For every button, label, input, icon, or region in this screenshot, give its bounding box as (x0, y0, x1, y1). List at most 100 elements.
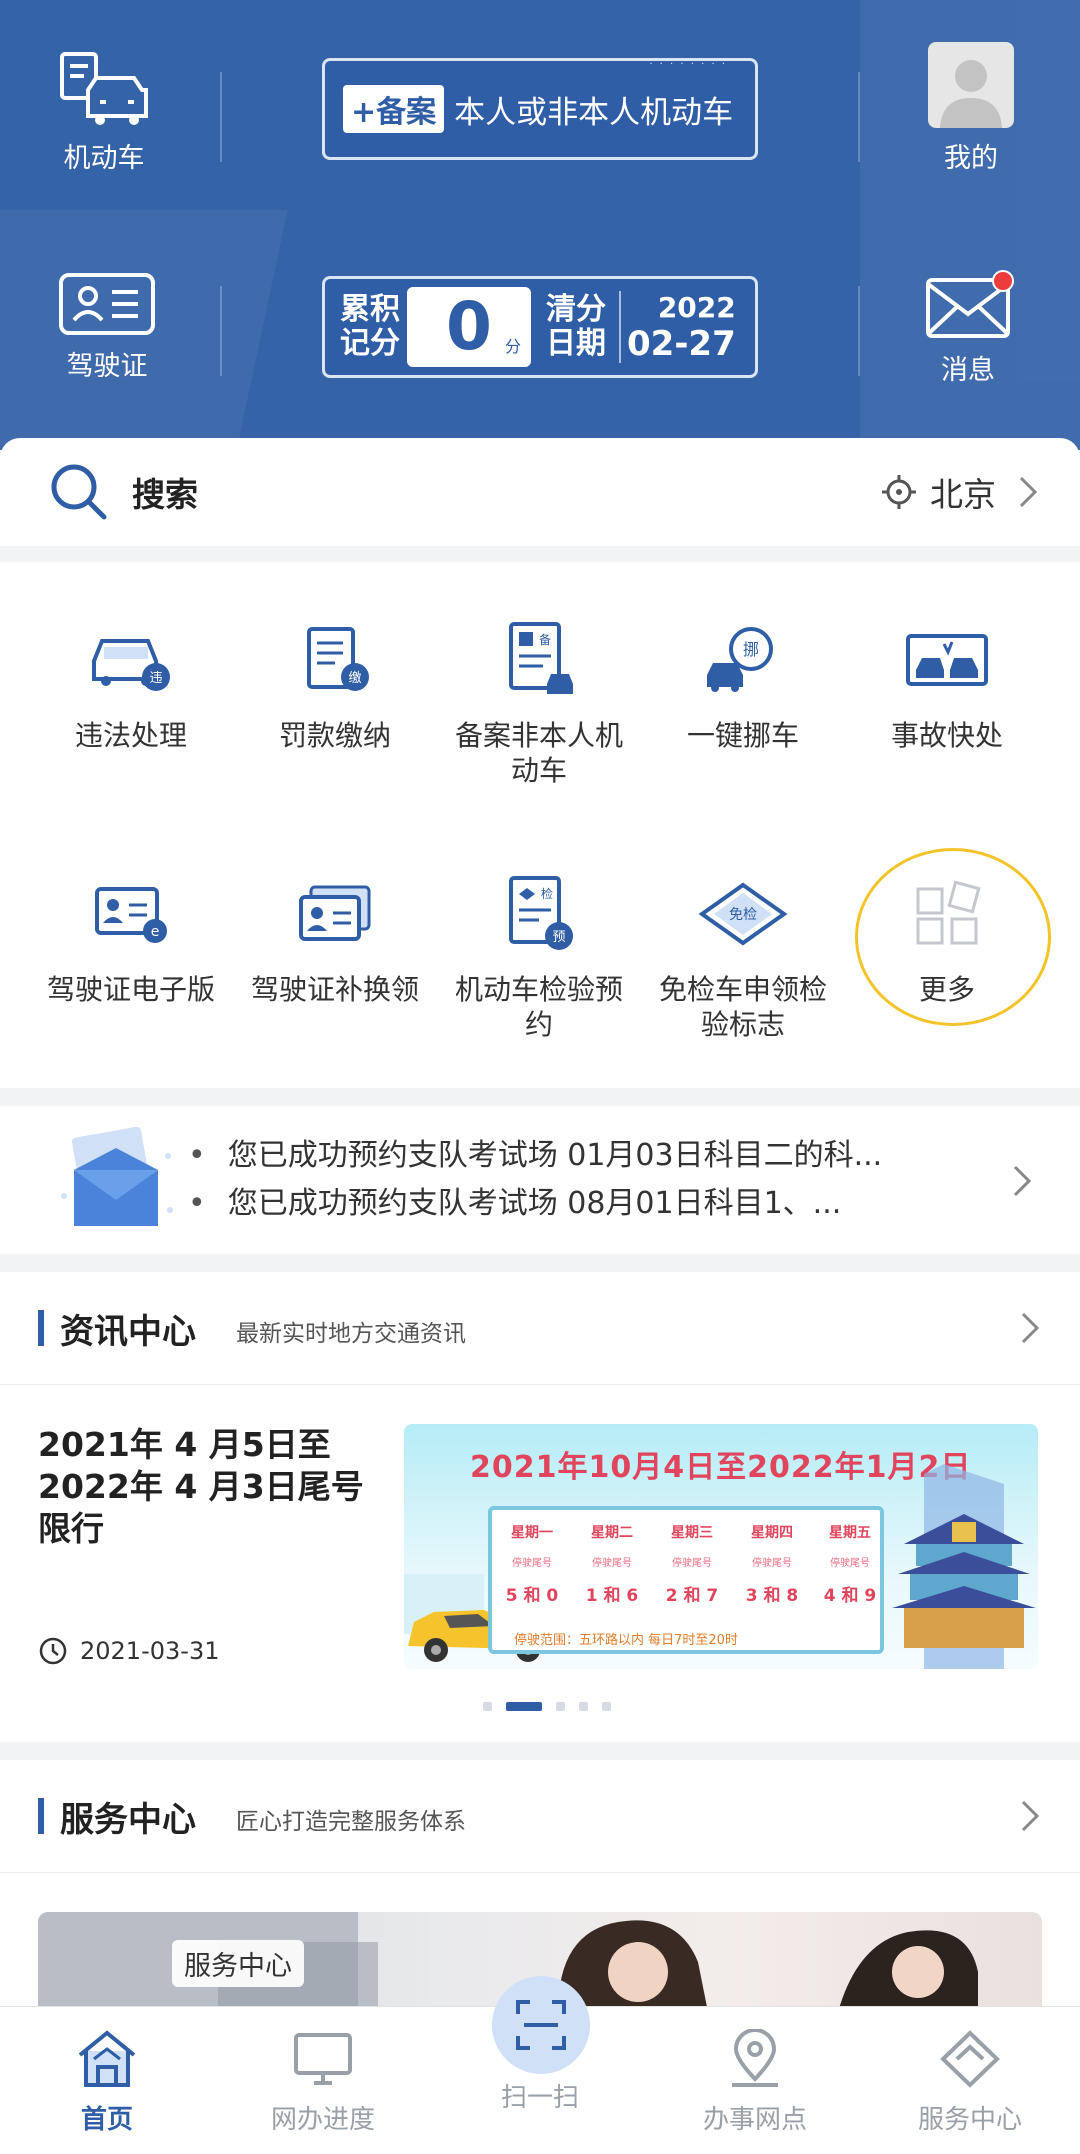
carousel-dot[interactable] (483, 1702, 492, 1711)
service-label: 免检车申领检验标志 (658, 973, 827, 1041)
news-banner[interactable]: 2021年10月4日至2022年1月2日 星期一 停驶尾号 5 和 0 星期二 … (404, 1424, 1038, 1669)
carousel-dot-active[interactable] (506, 1702, 542, 1711)
restriction-range: 停驶范围：五环路以内 每日7时至20时 (514, 1633, 738, 1648)
service-inspection-appointment[interactable]: 检 预 机动车检验预约 (439, 864, 639, 1042)
service-label: 一键挪车 (686, 719, 799, 752)
section-title: 资讯中心 (60, 1311, 196, 1352)
service-diamond-icon (940, 2030, 1000, 2088)
divider (0, 1872, 1080, 1873)
avatar (928, 42, 1014, 128)
service-accident[interactable]: 事故快处 (847, 610, 1047, 753)
car-violation-icon: 违 (81, 610, 181, 710)
plate-dots: · · · · · · · · (649, 59, 727, 70)
service-header[interactable]: 服务中心 匠心打造完整服务体系 (0, 1760, 1080, 1872)
restriction-day: 星期二 停驶尾号 1 和 6 (585, 1525, 639, 1606)
chevron-right-icon (1021, 1800, 1040, 1832)
search-label: 搜索 (132, 475, 198, 514)
chevron-right-icon (1013, 1165, 1032, 1197)
message-label: 消息 (941, 355, 995, 386)
clear-date: 2022 02-27 (627, 291, 736, 364)
mine-entry[interactable]: 我的 (928, 42, 1014, 175)
scan-button[interactable] (492, 1976, 590, 2074)
score-plate[interactable]: 累积 记分 0 分 清分 日期 2022 02-27 (322, 276, 758, 378)
accident-icon (897, 610, 997, 710)
svg-text:违: 违 (149, 671, 162, 686)
search-bar[interactable]: 搜索 北京 (0, 438, 1080, 546)
news-header[interactable]: 资讯中心 最新实时地方交通资讯 (0, 1272, 1080, 1384)
service-label: 机动车检验预约 (454, 973, 623, 1041)
divider (220, 286, 222, 376)
vehicle-label: 机动车 (63, 143, 145, 174)
notice-item[interactable]: 您已成功预约支队考试场 01月03日科目二的科... (188, 1132, 883, 1180)
divider (858, 72, 860, 162)
carousel-dot[interactable] (602, 1702, 611, 1711)
svg-text:挪: 挪 (743, 640, 759, 659)
svg-text:备: 备 (539, 633, 551, 647)
service-violation[interactable]: 违 违法处理 (31, 610, 231, 753)
mine-label: 我的 (944, 143, 998, 174)
svg-text:缴: 缴 (348, 671, 361, 686)
e-license-icon: e (81, 864, 181, 964)
service-e-license[interactable]: e 驾驶证电子版 (31, 864, 231, 1007)
section-subtitle: 匠心打造完整服务体系 (236, 1809, 466, 1835)
service-fine-payment[interactable]: 缴 罚款缴纳 (235, 610, 435, 753)
city-selector[interactable]: 北京 (880, 468, 1040, 516)
inspection-appointment-icon: 检 预 (489, 864, 589, 964)
vehicle-entry[interactable]: 机动车 (54, 50, 154, 175)
message-entry[interactable]: 消息 (924, 270, 1014, 387)
carousel-dot[interactable] (556, 1702, 565, 1711)
avatar-placeholder-icon (940, 60, 1002, 128)
vehicle-icon (60, 52, 148, 125)
service-register-vehicle[interactable]: 备 备案非本人机动车 (439, 610, 639, 788)
register-tag: +备案 (343, 85, 445, 133)
service-license-replace[interactable]: 驾驶证补换领 (235, 864, 435, 1007)
city-name: 北京 (930, 475, 996, 514)
service-center-tag: 服务中心 (172, 1940, 304, 1987)
notice-card[interactable]: 您已成功预约支队考试场 01月03日科目二的科... 您已成功预约支队考试场 0… (0, 1106, 1080, 1254)
register-vehicle-banner[interactable]: · · · · · · · · +备案 本人或非本人机动车 (322, 58, 758, 160)
clock-icon (39, 1637, 67, 1665)
tab-label: 首页 (80, 2105, 133, 2135)
service-label: 罚款缴纳 (278, 719, 391, 752)
tab-scan[interactable]: 扫一扫 (450, 2067, 630, 2114)
tab-service-center[interactable]: 服务中心 (880, 2029, 1060, 2136)
service-label: 事故快处 (890, 719, 1003, 752)
monitor-icon (294, 2033, 352, 2085)
restriction-day: 星期五 停驶尾号 4 和 9 (823, 1525, 877, 1606)
tab-locations[interactable]: 办事网点 (665, 2029, 845, 2136)
envelope-icon (61, 1126, 173, 1226)
chevron-right-icon (1019, 476, 1038, 508)
chevron-right-icon (1021, 1312, 1040, 1344)
tab-label: 办事网点 (702, 2105, 807, 2135)
divider (858, 286, 860, 376)
service-move-car[interactable]: 挪 一键挪车 (643, 610, 843, 753)
exempt-sticker-icon: 免检 (693, 864, 793, 964)
location-pin-icon (732, 2029, 778, 2087)
header: 机动车 驾驶证 · · · · · · · · +备案 本人或非本人机动车 累积… (0, 0, 1080, 450)
section-title: 服务中心 (60, 1799, 196, 1840)
notice-item[interactable]: 您已成功预约支队考试场 08月01日科目1、... (188, 1180, 882, 1228)
svg-text:e: e (151, 924, 160, 940)
score-value: 0 (446, 288, 492, 365)
register-text: 本人或非本人机动车 (454, 94, 734, 131)
carousel-dot[interactable] (579, 1702, 588, 1711)
move-car-icon: 挪 (693, 610, 793, 710)
section-bar (38, 1310, 44, 1346)
news-article-title[interactable]: 2021年 4 月5日至2022年 4 月3日尾号限行 (38, 1424, 368, 1550)
restriction-day: 星期四 停驶尾号 3 和 8 (745, 1525, 799, 1606)
tab-home[interactable]: 首页 (17, 2029, 197, 2136)
tab-label: 服务中心 (917, 2105, 1022, 2135)
license-replace-icon (285, 864, 385, 964)
section-subtitle: 最新实时地方交通资讯 (236, 1321, 466, 1347)
fine-payment-icon: 缴 (285, 610, 385, 710)
service-exempt-sticker[interactable]: 免检 免检车申领检验标志 (643, 864, 843, 1042)
divider (0, 1384, 1080, 1385)
score-unit: 分 (504, 337, 521, 356)
plate-separator (619, 291, 621, 363)
locate-icon (882, 475, 916, 509)
carousel-indicator (476, 1702, 618, 1711)
news-article-date: 2021-03-31 (38, 1636, 219, 1666)
license-card-icon (59, 273, 155, 335)
tab-progress[interactable]: 网办进度 (233, 2029, 413, 2136)
license-entry[interactable]: 驾驶证 (58, 272, 156, 383)
